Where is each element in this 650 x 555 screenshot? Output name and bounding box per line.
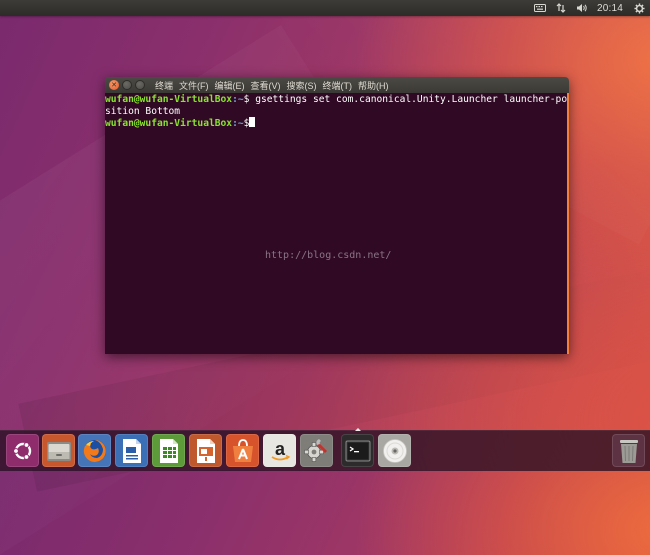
terminal-window[interactable]: ✕ 终端 文件(F) 编辑(E) 查看(V) 搜索(S) 终端(T) 帮助(H)… (105, 77, 569, 354)
menu-view[interactable]: 查看(V) (251, 79, 281, 92)
network-indicator[interactable] (551, 0, 571, 16)
launcher-item-writer[interactable] (115, 434, 148, 467)
session-indicator[interactable] (629, 0, 650, 16)
libreoffice-writer-icon (122, 438, 141, 463)
volume-icon (576, 4, 587, 12)
menu-terminal[interactable]: 终端(T) (323, 79, 353, 92)
amazon-icon: a (271, 439, 290, 460)
launcher-item-dvd[interactable] (378, 434, 411, 467)
terminal-output[interactable]: wufan@wufan-VirtualBox:~$ gsettings set … (105, 93, 569, 354)
prompt-user-2: wufan@wufan-VirtualBox (105, 118, 233, 129)
watermark-text: http://blog.csdn.net/ (265, 250, 392, 261)
menu-help[interactable]: 帮助(H) (358, 79, 389, 92)
close-button[interactable]: ✕ (109, 80, 119, 90)
close-icon: ✕ (111, 80, 117, 89)
firefox-icon (83, 439, 106, 462)
command-line-1: wufan@wufan-VirtualBox:~$ gsettings set … (105, 94, 567, 106)
text-cursor (249, 117, 256, 127)
terminal-icon (345, 440, 370, 461)
maximize-button[interactable] (135, 80, 145, 90)
network-icon (556, 3, 566, 13)
prompt-user: wufan@wufan-VirtualBox (105, 94, 233, 105)
launcher-item-files[interactable] (42, 434, 75, 467)
launcher-item-software-center[interactable] (226, 434, 259, 467)
menu-file[interactable]: 文件(F) (179, 79, 209, 92)
launcher-item-trash[interactable] (612, 434, 645, 467)
launcher-item-calc[interactable] (152, 434, 185, 467)
terminal-titlebar[interactable]: ✕ 终端 文件(F) 编辑(E) 查看(V) 搜索(S) 终端(T) 帮助(H) (105, 77, 569, 93)
trash-icon (619, 439, 638, 463)
clock[interactable]: 20:14 (593, 0, 629, 16)
menu-search[interactable]: 搜索(S) (287, 79, 317, 92)
minimize-button[interactable] (122, 80, 132, 90)
system-settings-icon (303, 438, 327, 462)
launcher-item-amazon[interactable]: a (263, 434, 296, 467)
amazon-letter: a (274, 439, 285, 459)
command-text-part2: sition Bottom (105, 105, 181, 117)
launcher-bar: a (0, 428, 650, 471)
launcher-item-impress[interactable] (189, 434, 222, 467)
menu-edit[interactable]: 编辑(E) (215, 79, 245, 92)
settings-gear-icon (634, 2, 645, 14)
active-indicator (355, 428, 361, 431)
top-panel: 20:14 (0, 0, 650, 16)
launcher-item-dash[interactable] (6, 434, 39, 467)
launcher-item-system-settings[interactable] (300, 434, 333, 467)
volume-indicator[interactable] (571, 0, 593, 16)
launcher-item-terminal[interactable] (341, 428, 374, 467)
command-line-2: wufan@wufan-VirtualBox:~$ (105, 117, 567, 129)
prompt-path-2: :~ (232, 118, 244, 129)
menu-bar: 终端 文件(F) 编辑(E) 查看(V) 搜索(S) 终端(T) 帮助(H) (155, 79, 389, 92)
keyboard-indicator[interactable] (529, 0, 551, 16)
libreoffice-impress-icon (196, 438, 215, 463)
command-text-part1: gsettings set com.canonical.Unity.Launch… (249, 94, 568, 105)
menu-app-title[interactable]: 终端 (155, 79, 173, 92)
prompt-path: :~ (232, 94, 244, 105)
window-controls: ✕ (109, 80, 145, 90)
launcher-item-firefox[interactable] (78, 434, 111, 467)
keyboard-icon (533, 4, 546, 12)
dvd-icon (382, 438, 407, 463)
files-icon (46, 441, 71, 461)
ubuntu-dash-icon (12, 441, 31, 460)
software-center-icon (232, 438, 253, 462)
libreoffice-calc-icon (159, 438, 178, 463)
command-line-wrap: sition Bottom (105, 106, 567, 118)
